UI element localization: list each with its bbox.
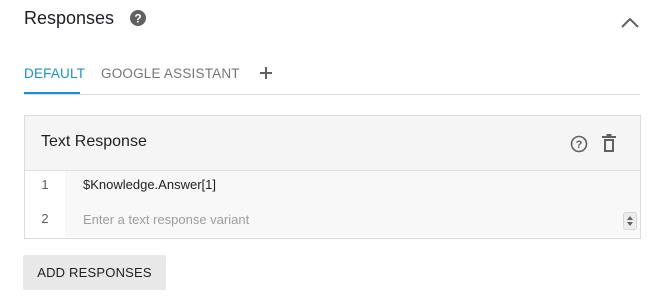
card-title: Text Response <box>41 133 147 150</box>
tab-google-assistant[interactable]: GOOGLE ASSISTANT <box>101 56 240 93</box>
add-responses-button[interactable]: ADD RESPONSES <box>23 255 166 290</box>
response-row: 1 $Knowledge.Answer[1] <box>25 171 640 204</box>
plus-icon[interactable] <box>258 65 274 81</box>
response-variant-input[interactable] <box>83 204 563 234</box>
chevron-up-icon[interactable] <box>619 12 641 34</box>
text-response-card: Text Response ? 1 $Knowledge.Answer[1] 2 <box>24 115 641 239</box>
trash-icon[interactable] <box>601 134 617 153</box>
row-number: 2 <box>25 204 65 237</box>
svg-text:?: ? <box>134 11 141 25</box>
tab-default[interactable]: DEFAULT <box>24 56 85 94</box>
card-header: Text Response ? <box>25 116 640 171</box>
tab-default-label: DEFAULT <box>24 66 86 81</box>
response-input-cell <box>65 204 640 237</box>
responses-panel: Responses ? DEFAULT GOOGLE ASSISTANT Tex… <box>0 0 663 299</box>
response-text[interactable]: $Knowledge.Answer[1] <box>65 171 640 204</box>
response-tabs: DEFAULT GOOGLE ASSISTANT <box>24 56 640 95</box>
resize-stepper-icon[interactable] <box>623 212 637 230</box>
section-header: Responses ? <box>24 6 147 30</box>
active-tab-indicator <box>24 92 80 94</box>
row-number: 1 <box>25 171 65 204</box>
tab-google-assistant-label: GOOGLE ASSISTANT <box>101 66 240 81</box>
help-circle-icon[interactable]: ? <box>130 10 147 26</box>
help-outline-icon[interactable]: ? <box>570 135 588 153</box>
section-title: Responses <box>24 8 115 28</box>
svg-text:?: ? <box>576 139 583 151</box>
response-row: 2 <box>25 204 640 237</box>
